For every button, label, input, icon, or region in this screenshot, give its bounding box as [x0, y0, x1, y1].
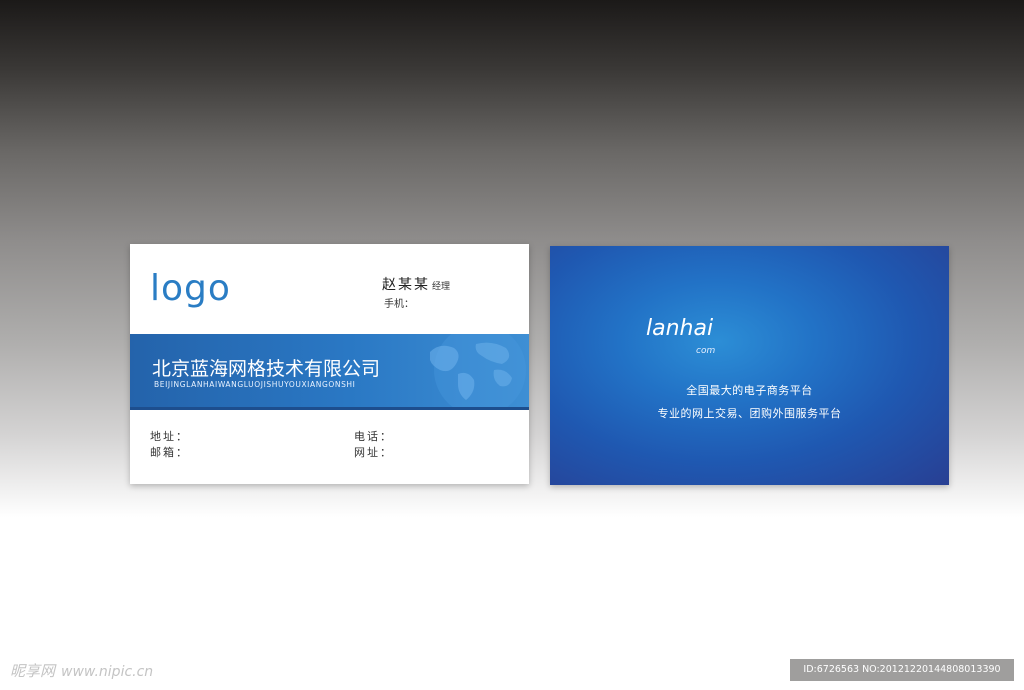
contact-person: 赵某某 经理 [382, 274, 450, 294]
brand-name: lanhai [646, 316, 714, 341]
company-pinyin: BEIJINGLANHAIWANGLUOJISHUYOUXIANGONSHI [154, 380, 356, 389]
slogan-line-2: 专业的网上交易、团购外围服务平台 [657, 407, 842, 420]
business-card-front: logo 赵某某 经理 手机： 北京蓝海网格技术有限公司 BEIJINGLANHA… [130, 244, 529, 484]
logo: logo [150, 268, 231, 309]
watermark-site: 昵享网 www.nipic.cn [10, 660, 153, 681]
watermark-site-url: www.nipic.cn [61, 664, 154, 680]
address-label: 地址： [150, 430, 189, 443]
company-band: 北京蓝海网格技术有限公司 BEIJINGLANHAIWANGLUOJISHUYO… [130, 334, 529, 407]
mobile-label: 手机： [384, 299, 414, 310]
email-label: 邮箱： [150, 446, 189, 459]
business-card-back: lanhai com 全国最大的电子商务平台 专业的网上交易、团购外围服务平台 [550, 246, 949, 485]
band-divider [130, 407, 529, 410]
company-name: 北京蓝海网格技术有限公司 [152, 358, 381, 380]
watermark-site-name: 昵享网 [10, 662, 56, 680]
person-name: 赵某某 [382, 277, 430, 293]
website-label: 网址： [354, 446, 393, 459]
person-title: 经理 [432, 282, 451, 292]
world-map-icon [430, 334, 526, 407]
slogan-line-1: 全国最大的电子商务平台 [686, 384, 813, 397]
brand-suffix: com [696, 346, 716, 356]
phone-label: 电话： [354, 430, 393, 443]
watermark-id: ID:6726563 NO:20121220144808013390 [790, 659, 1014, 681]
